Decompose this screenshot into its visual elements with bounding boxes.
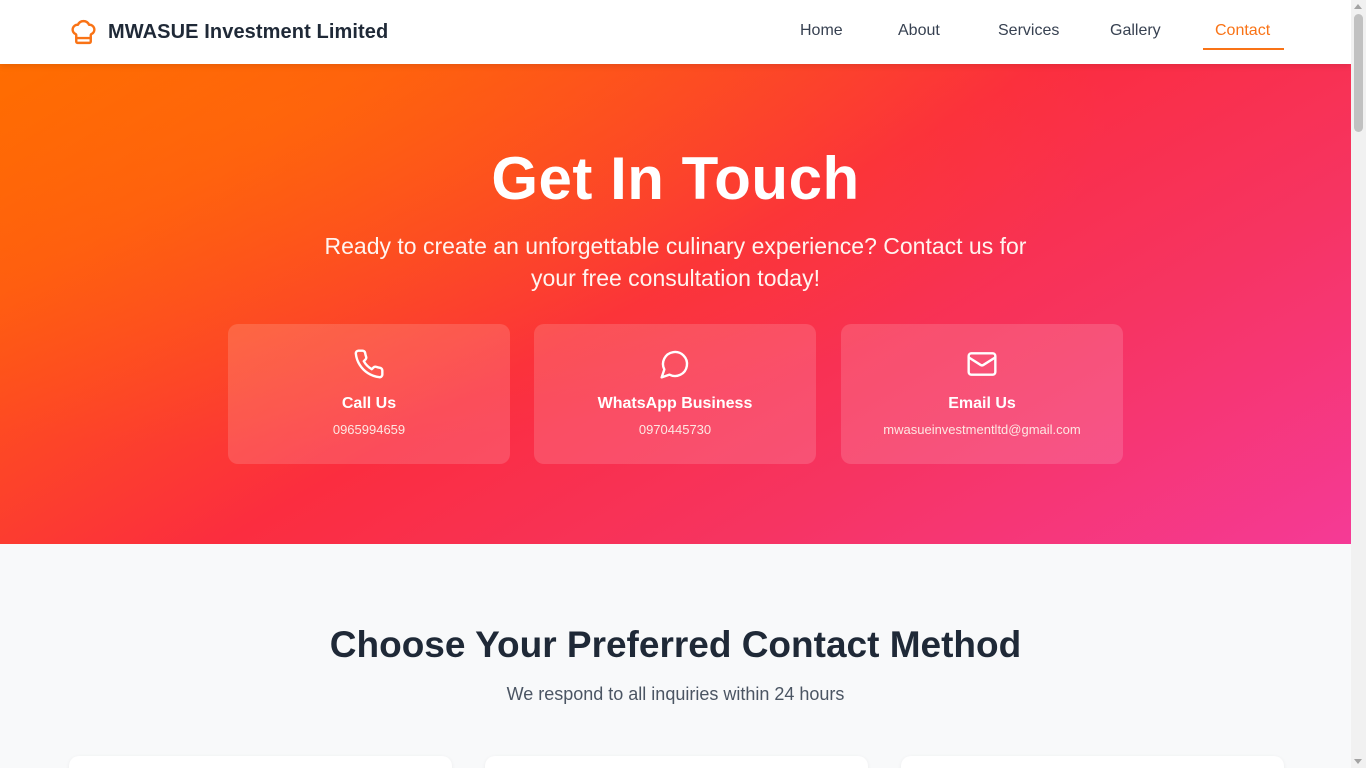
contact-method-card[interactable] xyxy=(69,756,452,768)
call-us-title: Call Us xyxy=(341,395,397,412)
page: MWASUE Investment Limited Home About Ser… xyxy=(0,0,1351,768)
hero-title: Get In Touch xyxy=(491,145,860,212)
call-us-card[interactable]: Call Us 0965994659 xyxy=(228,324,510,464)
whatsapp-card[interactable]: WhatsApp Business 0970445730 xyxy=(534,324,816,464)
contact-method-card[interactable] xyxy=(901,756,1284,768)
active-nav-indicator xyxy=(1203,48,1284,50)
mail-icon xyxy=(967,352,997,376)
nav-services[interactable]: Services xyxy=(998,22,1059,40)
navbar: MWASUE Investment Limited Home About Ser… xyxy=(0,0,1351,64)
nav-contact[interactable]: Contact xyxy=(1215,22,1270,40)
phone-icon xyxy=(354,349,384,379)
whatsapp-number: 0970445730 xyxy=(638,422,712,437)
email-address: mwasueinvestmentltd@gmail.com xyxy=(883,422,1081,437)
section-subtitle: We respond to all inquiries within 24 ho… xyxy=(506,684,845,704)
brand-name: MWASUE Investment Limited xyxy=(108,20,389,43)
page-scrollbar[interactable] xyxy=(1351,0,1366,768)
chef-hat-icon xyxy=(71,19,96,45)
scroll-up-arrow-icon[interactable] xyxy=(1354,4,1362,9)
brand-logo-link[interactable]: MWASUE Investment Limited xyxy=(69,16,388,48)
chat-bubble-icon xyxy=(660,350,689,379)
whatsapp-title: WhatsApp Business xyxy=(597,395,753,412)
email-us-card[interactable]: Email Us mwasueinvestmentltd@gmail.com xyxy=(841,324,1123,464)
section-title: Choose Your Preferred Contact Method xyxy=(329,624,1022,665)
nav-home[interactable]: Home xyxy=(800,22,843,40)
contact-method-section: Choose Your Preferred Contact Method We … xyxy=(0,544,1351,768)
scrollbar-thumb[interactable] xyxy=(1354,14,1363,132)
scroll-down-arrow-icon[interactable] xyxy=(1354,759,1362,764)
call-us-phone: 0965994659 xyxy=(332,422,406,437)
contact-method-card[interactable] xyxy=(485,756,868,768)
nav-about[interactable]: About xyxy=(898,22,940,40)
nav-gallery[interactable]: Gallery xyxy=(1110,22,1161,40)
hero-subtitle: Ready to create an unforgettable culinar… xyxy=(324,233,1027,291)
email-us-title: Email Us xyxy=(948,395,1016,412)
hero-section: Get In Touch Ready to create an unforget… xyxy=(0,64,1351,544)
